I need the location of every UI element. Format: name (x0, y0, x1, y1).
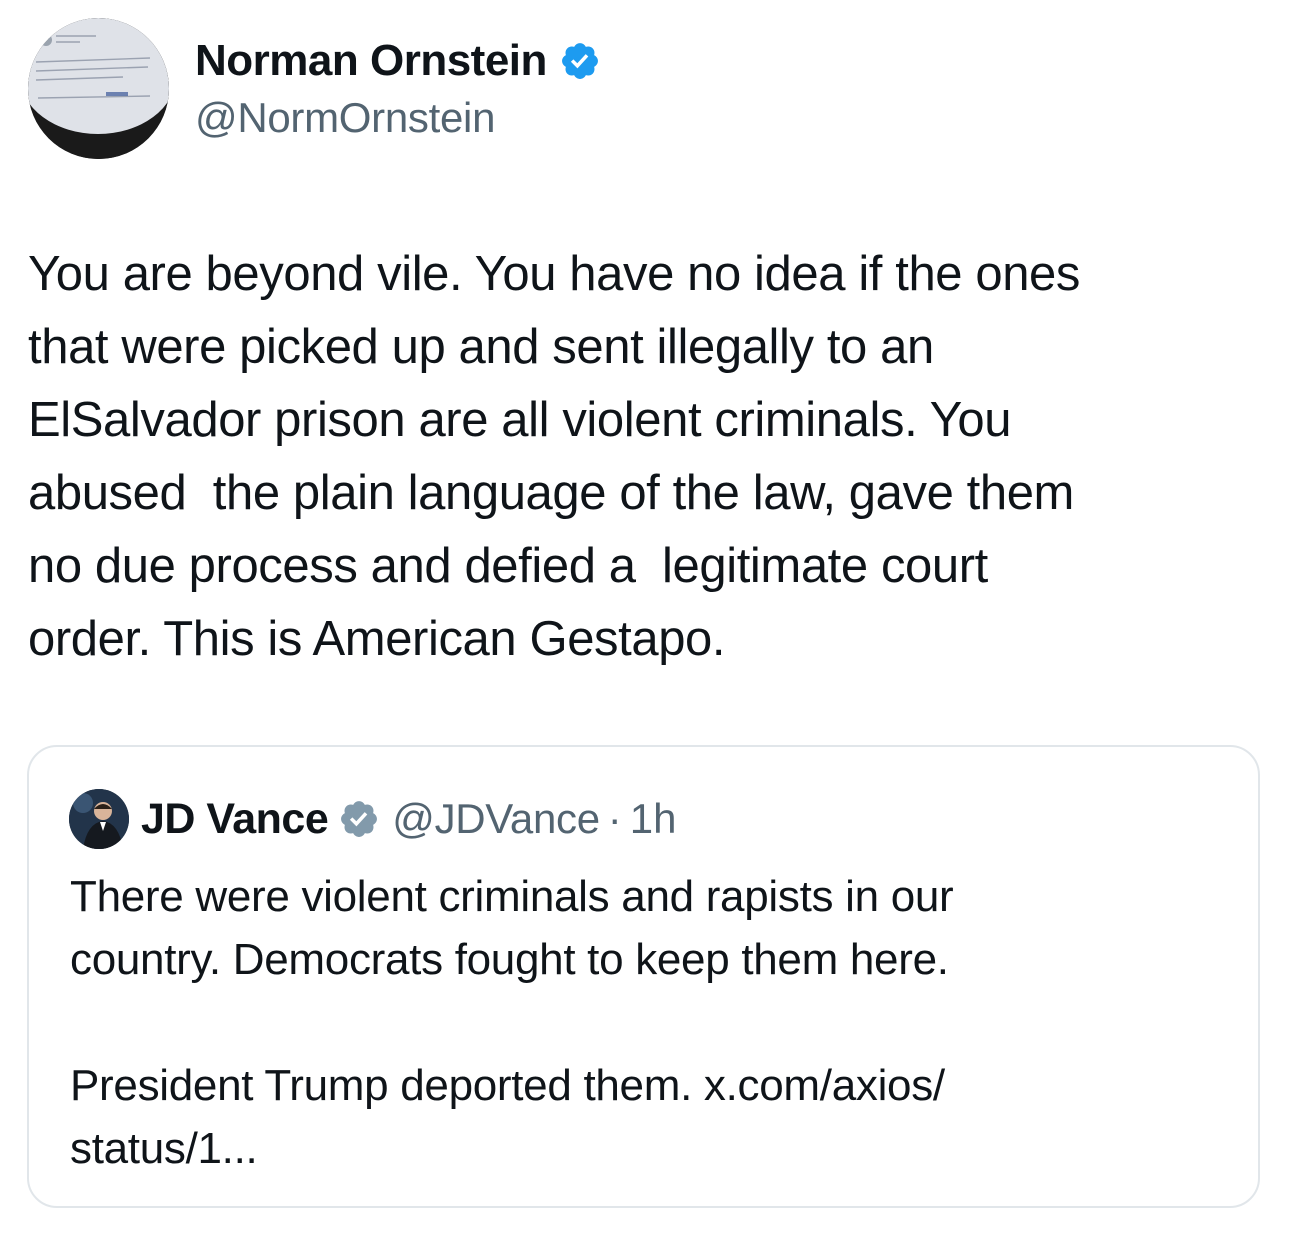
quoted-tweet-paragraph-2: President Trump deported them. (70, 1061, 704, 1110)
verified-badge-gray-icon (341, 801, 378, 837)
avatar-photo-icon (69, 789, 129, 849)
author-avatar[interactable] (28, 18, 169, 159)
quoted-author-avatar[interactable] (69, 789, 129, 849)
author-display-name[interactable]: Norman Ornstein (195, 36, 547, 86)
quoted-author-display-name[interactable]: JD Vance (141, 795, 329, 844)
quoted-author-handle[interactable]: @JDVance (392, 795, 600, 843)
quoted-tweet-body: There were violent criminals and rapists… (70, 865, 1220, 1180)
quoted-tweet-timestamp[interactable]: 1h (630, 795, 677, 843)
quoted-tweet-paragraph-1: There were violent criminals and rapists… (70, 872, 954, 984)
quoted-tweet-header: JD Vance @JDVance · 1h (69, 789, 677, 849)
verified-badge-icon (561, 43, 598, 79)
author-name-row: Norman Ornstein (195, 34, 601, 88)
avatar-photo-icon (28, 18, 169, 159)
tweet-body-text: You are beyond vile. You have no idea if… (28, 247, 1081, 666)
author-handle[interactable]: @NormOrnstein (195, 94, 601, 142)
quoted-tweet-card[interactable]: JD Vance @JDVance · 1h There were violen… (27, 745, 1260, 1208)
separator-dot: · (607, 795, 622, 842)
author-block: Norman Ornstein @NormOrnstein (195, 34, 601, 142)
tweet-header: Norman Ornstein @NormOrnstein (28, 18, 1228, 160)
